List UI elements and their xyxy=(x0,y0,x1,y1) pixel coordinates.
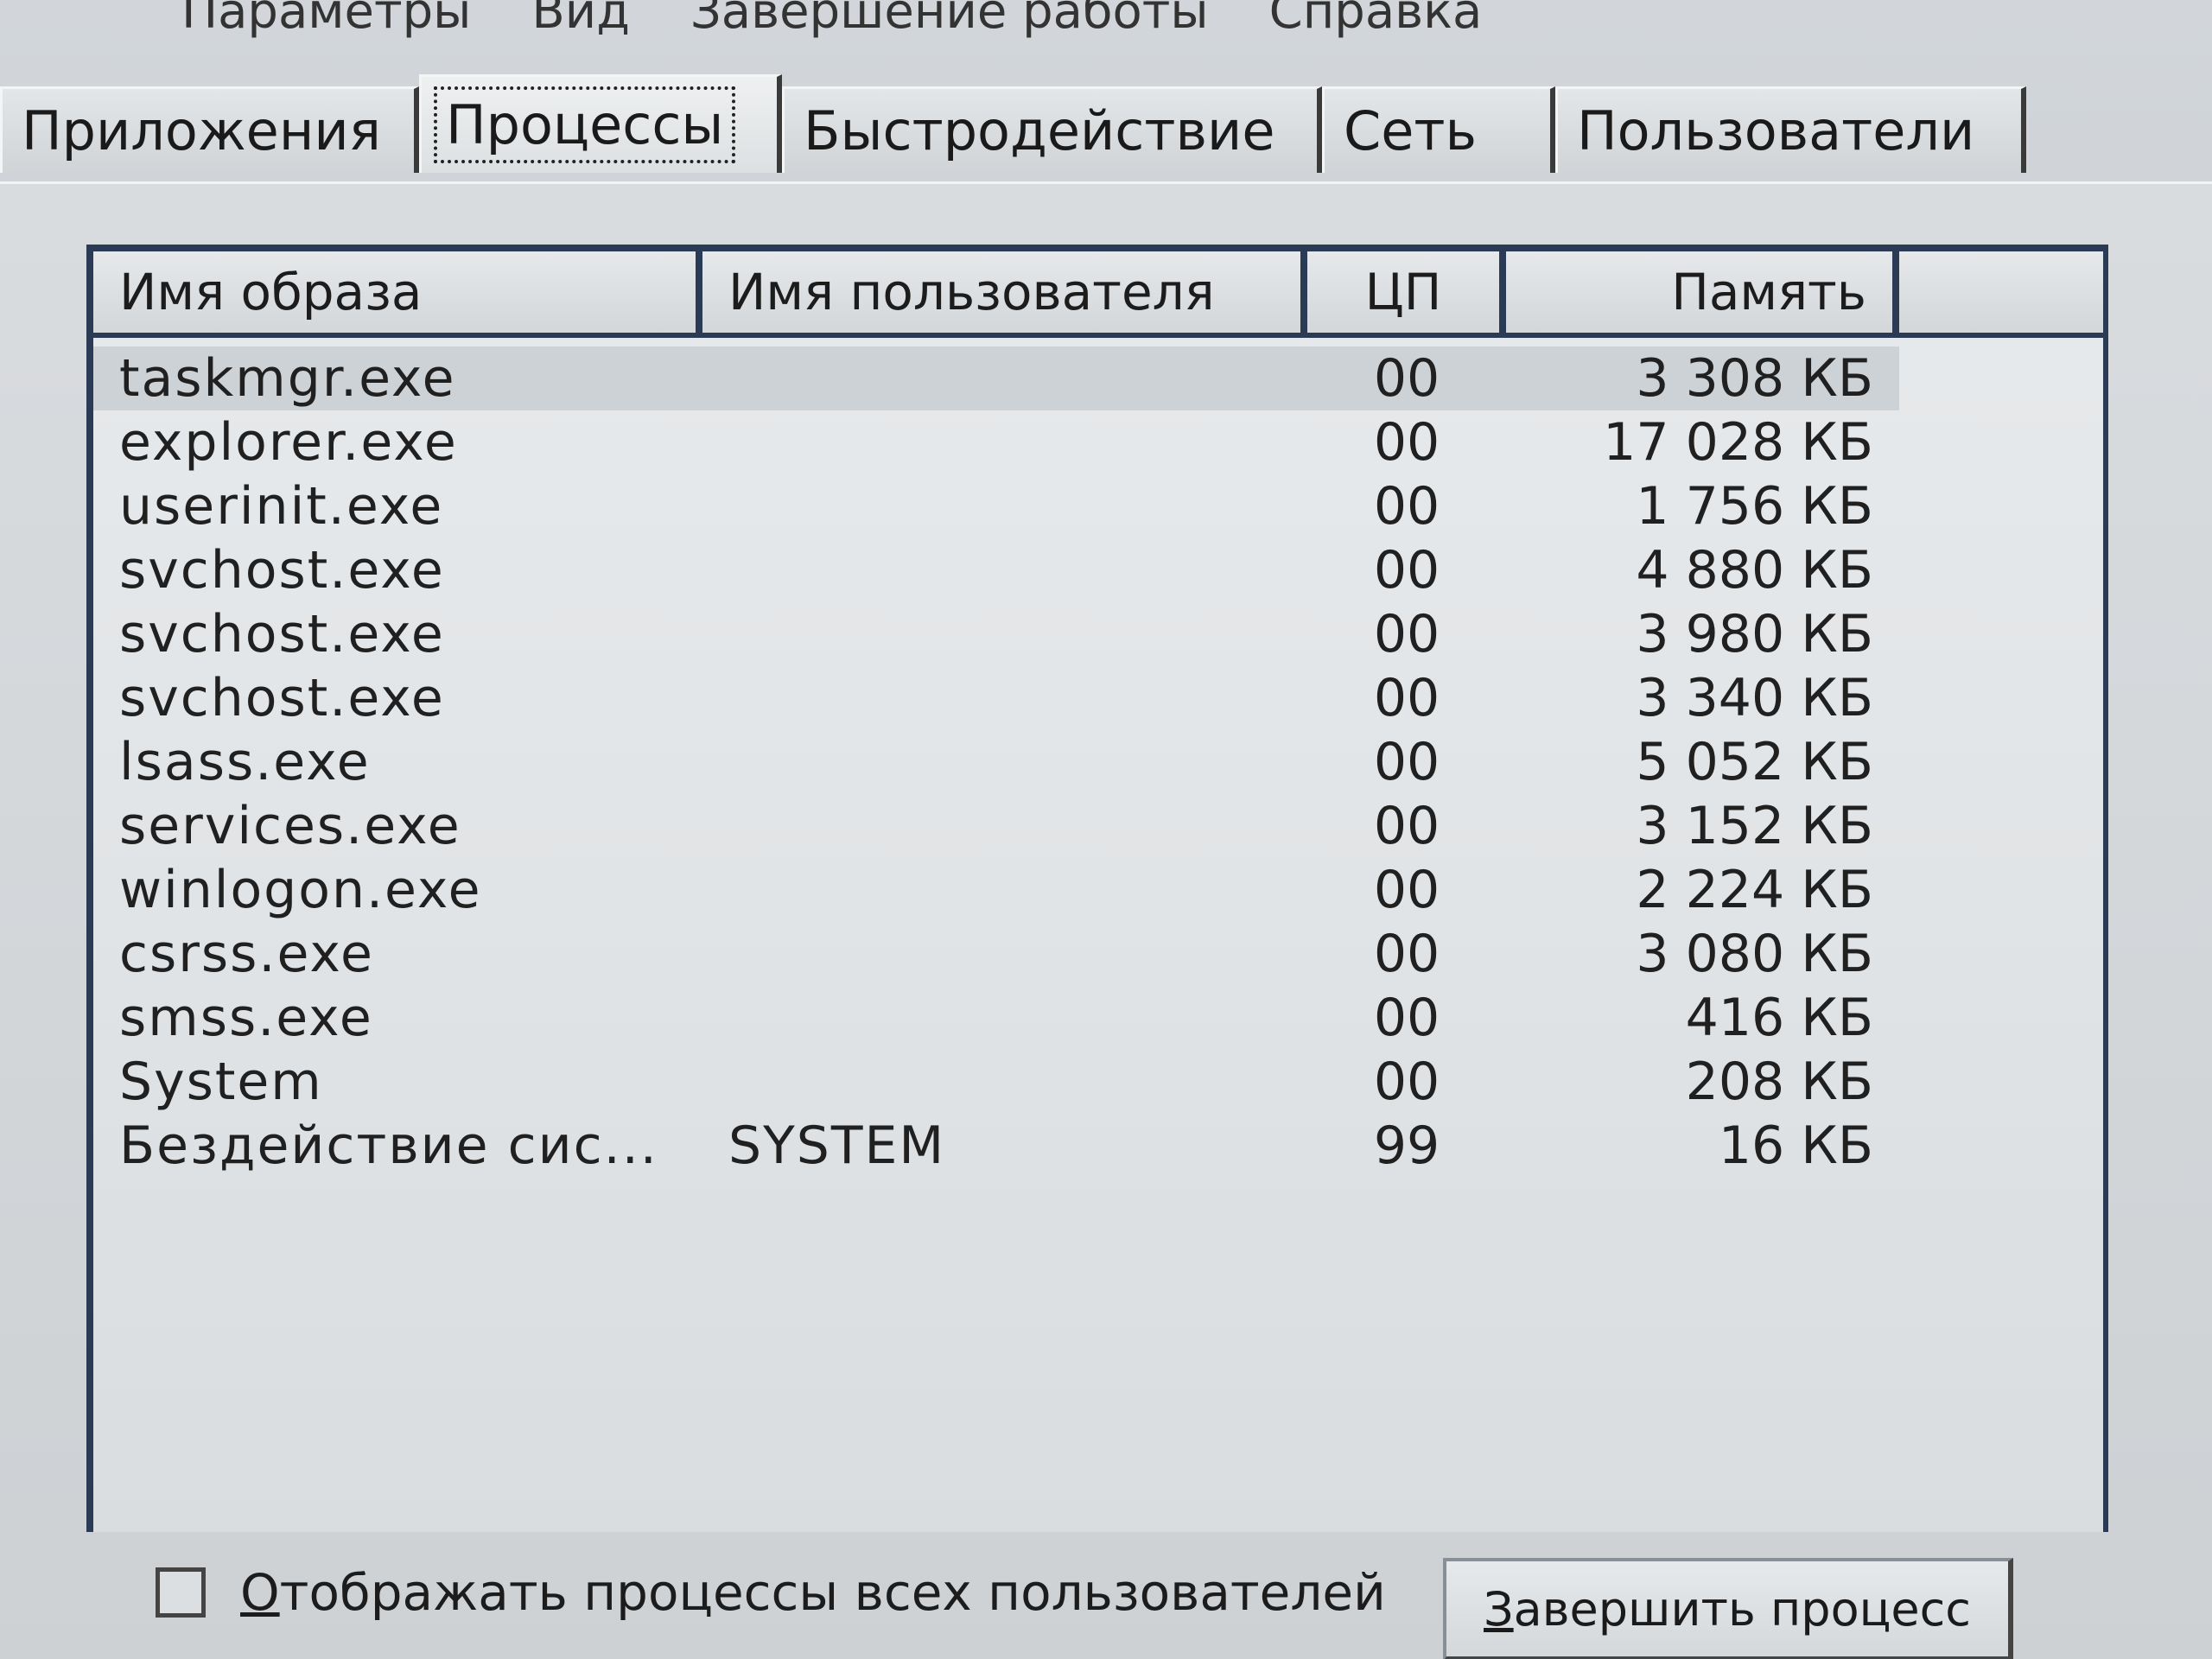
process-cpu: 99 xyxy=(1373,1116,1440,1176)
process-image-name: taskmgr.exe xyxy=(119,348,456,409)
process-image-name: winlogon.exe xyxy=(119,860,482,920)
menu-item-help[interactable]: Справка xyxy=(1269,0,1483,40)
process-image-name: svchost.exe xyxy=(119,540,445,601)
processes-panel: Имя образа Имя пользователя ЦП Память ta… xyxy=(0,181,2212,1659)
column-header-label: Имя образа xyxy=(119,263,423,321)
table-row[interactable]: svchost.exe 00 3 340 КБ xyxy=(93,666,2103,730)
tab-label: Быстродействие xyxy=(804,99,1275,162)
table-row[interactable]: svchost.exe 00 3 980 КБ xyxy=(93,602,2103,666)
process-list[interactable]: Имя образа Имя пользователя ЦП Память ta… xyxy=(86,245,2108,1532)
column-header-label: Имя пользователя xyxy=(728,263,1215,321)
show-all-processes-option[interactable]: Отображать процессы всех пользователей xyxy=(156,1558,1386,1627)
process-cpu: 00 xyxy=(1373,1052,1440,1112)
tab-label: Процессы xyxy=(433,86,736,163)
tab-network[interactable]: Сеть xyxy=(1322,86,1555,173)
process-memory: 4 880 КБ xyxy=(1636,540,1873,601)
process-cpu: 00 xyxy=(1373,668,1440,728)
process-memory: 208 КБ xyxy=(1685,1052,1873,1112)
tab-performance[interactable]: Быстродействие xyxy=(782,86,1322,173)
process-memory: 3 340 КБ xyxy=(1636,668,1873,728)
table-row[interactable]: taskmgr.exe 00 3 308 КБ xyxy=(93,346,1899,410)
end-process-label: Завершить процесс xyxy=(1484,1581,1971,1637)
table-row[interactable]: svchost.exe 00 4 880 КБ xyxy=(93,538,2103,602)
column-header-user-name[interactable]: Имя пользователя xyxy=(702,251,1307,333)
tab-processes[interactable]: Процессы xyxy=(419,74,782,173)
process-image-name: lsass.exe xyxy=(119,732,371,792)
process-memory: 416 КБ xyxy=(1685,988,1873,1048)
process-image-name: svchost.exe xyxy=(119,604,445,664)
tab-label: Пользователи xyxy=(1577,99,1975,162)
process-memory: 17 028 КБ xyxy=(1603,412,1873,473)
show-all-processes-checkbox[interactable] xyxy=(156,1567,206,1618)
column-header-filler xyxy=(1899,251,2103,333)
process-cpu: 00 xyxy=(1373,860,1440,920)
process-cpu: 00 xyxy=(1373,988,1440,1048)
process-image-name: System xyxy=(119,1052,323,1112)
process-memory: 16 КБ xyxy=(1718,1116,1873,1176)
process-cpu: 00 xyxy=(1373,412,1440,473)
process-cpu: 00 xyxy=(1373,732,1440,792)
task-manager-window: Параметры Вид Завершение работы Справка … xyxy=(0,0,2212,1659)
tab-users[interactable]: Пользователи xyxy=(1555,86,2026,173)
table-row[interactable]: smss.exe 00 416 КБ xyxy=(93,986,2103,1050)
show-all-processes-label[interactable]: Отображать процессы всех пользователей xyxy=(240,1563,1386,1622)
menu-item-options[interactable]: Параметры xyxy=(181,0,471,40)
process-image-name: userinit.exe xyxy=(119,476,444,537)
process-rows: taskmgr.exe 00 3 308 КБ explorer.exe 00 17 02… xyxy=(93,346,2103,1178)
tab-bar: Приложения Процессы Быстродействие Сеть … xyxy=(0,69,2212,181)
column-header-memory[interactable]: Память xyxy=(1506,251,1899,333)
process-cpu: 00 xyxy=(1373,924,1440,984)
process-cpu: 00 xyxy=(1373,604,1440,664)
tab-applications[interactable]: Приложения xyxy=(0,86,419,173)
process-image-name: svchost.exe xyxy=(119,668,445,728)
process-memory: 3 080 КБ xyxy=(1636,924,1873,984)
process-image-name: Бездействие сис... xyxy=(119,1116,658,1176)
tab-label: Приложения xyxy=(22,99,381,162)
process-memory: 2 224 КБ xyxy=(1636,860,1873,920)
end-process-button[interactable]: Завершить процесс xyxy=(1443,1558,2013,1659)
process-memory: 5 052 КБ xyxy=(1636,732,1873,792)
column-header-label: Память xyxy=(1671,263,1866,321)
process-memory: 3 152 КБ xyxy=(1636,796,1873,856)
table-row[interactable]: explorer.exe 00 17 028 КБ xyxy=(93,410,2103,474)
table-row[interactable]: userinit.exe 00 1 756 КБ xyxy=(93,474,2103,538)
table-row[interactable]: winlogon.exe 00 2 224 КБ xyxy=(93,858,2103,922)
table-row[interactable]: lsass.exe 00 5 052 КБ xyxy=(93,730,2103,794)
process-memory: 3 308 КБ xyxy=(1636,348,1873,409)
process-image-name: csrss.exe xyxy=(119,924,374,984)
process-memory: 3 980 КБ xyxy=(1636,604,1873,664)
process-memory: 1 756 КБ xyxy=(1636,476,1873,537)
table-row[interactable]: services.exe 00 3 152 КБ xyxy=(93,794,2103,858)
process-image-name: smss.exe xyxy=(119,988,373,1048)
process-cpu: 00 xyxy=(1373,348,1440,409)
table-row[interactable]: csrss.exe 00 3 080 КБ xyxy=(93,922,2103,986)
menu-item-view[interactable]: Вид xyxy=(531,0,630,40)
table-row[interactable]: Бездействие сис... SYSTEM 99 16 КБ xyxy=(93,1114,2103,1178)
process-image-name: services.exe xyxy=(119,796,461,856)
tab-label: Сеть xyxy=(1344,99,1478,162)
process-cpu: 00 xyxy=(1373,476,1440,537)
process-image-name: explorer.exe xyxy=(119,412,458,473)
column-header-cpu[interactable]: ЦП xyxy=(1307,251,1506,333)
table-row[interactable]: System 00 208 КБ xyxy=(93,1050,2103,1114)
process-cpu: 00 xyxy=(1373,796,1440,856)
process-user-name: SYSTEM xyxy=(728,1116,946,1176)
column-header-label: ЦП xyxy=(1364,263,1442,321)
menu-bar: Параметры Вид Завершение работы Справка xyxy=(0,0,2212,40)
process-list-header: Имя образа Имя пользователя ЦП Память xyxy=(93,251,2103,338)
process-cpu: 00 xyxy=(1373,540,1440,601)
menu-item-shutdown[interactable]: Завершение работы xyxy=(690,0,1209,40)
column-header-image-name[interactable]: Имя образа xyxy=(93,251,702,333)
